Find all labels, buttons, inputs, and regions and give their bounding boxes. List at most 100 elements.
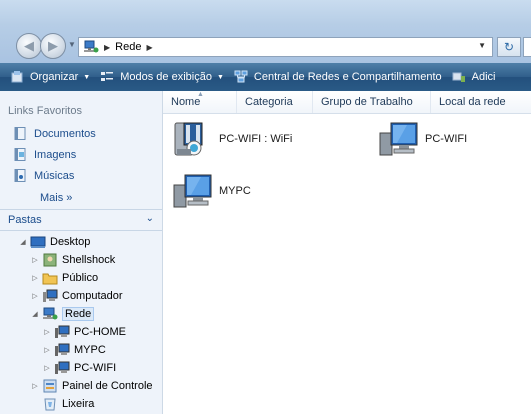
expand-arrow-icon[interactable]: ▷ bbox=[30, 256, 40, 264]
tree-label: Computador bbox=[62, 290, 123, 302]
computer-icon bbox=[173, 174, 212, 208]
folders-label: Pastas bbox=[8, 214, 42, 226]
expand-arrow-icon[interactable]: ▷ bbox=[42, 346, 52, 354]
network-center-button[interactable]: Central de Redes e Compartilhamento bbox=[234, 70, 442, 84]
column-label: Nome bbox=[171, 96, 201, 108]
column-grupo-de-trabalho[interactable]: Grupo de Trabalho bbox=[313, 91, 431, 113]
dropdown-arrow-icon: ▼ bbox=[216, 73, 224, 81]
tree-item-publico[interactable]: ▷ Público bbox=[30, 269, 98, 287]
folders-header[interactable]: Pastas ⌄ bbox=[0, 209, 162, 231]
item-label: MYPC bbox=[219, 185, 251, 197]
add-device-icon bbox=[452, 72, 465, 82]
computer-icon bbox=[379, 122, 418, 156]
media-device-icon bbox=[174, 122, 203, 156]
navigation-pane: Links Favoritos Documentos Imagens Músic… bbox=[0, 91, 163, 414]
column-label: Grupo de Trabalho bbox=[321, 96, 413, 108]
tree-label: MYPC bbox=[74, 344, 106, 356]
refresh-icon: ↻ bbox=[503, 40, 515, 54]
control-panel-icon bbox=[43, 379, 57, 393]
tree-label: Lixeira bbox=[62, 398, 95, 410]
tree-item-painel-de-controle[interactable]: ▷ Painel de Controle bbox=[30, 377, 153, 395]
breadcrumb-chevron-icon[interactable]: ▶ bbox=[104, 43, 110, 52]
column-headers: ▲ Nome Categoria Grupo de Trabalho Local … bbox=[163, 91, 531, 114]
organize-label: Organizar bbox=[30, 71, 79, 83]
column-local-da-rede[interactable]: Local da rede bbox=[431, 91, 531, 113]
pictures-icon bbox=[14, 148, 26, 161]
computer-icon bbox=[55, 343, 70, 356]
column-label: Local da rede bbox=[439, 96, 506, 108]
expand-arrow-icon[interactable]: ▷ bbox=[30, 292, 40, 300]
tree-item-pc-home[interactable]: ▷ PC-HOME bbox=[42, 323, 126, 341]
tree-label: Painel de Controle bbox=[62, 380, 153, 392]
expand-arrow-icon[interactable]: ▷ bbox=[42, 328, 52, 336]
arrow-left-icon: ◀ bbox=[24, 38, 34, 53]
add-label: Adici bbox=[471, 71, 496, 83]
tree-item-pc-wifi[interactable]: ▷ PC-WIFI bbox=[42, 359, 116, 377]
tree-item-rede[interactable]: ◢ Rede bbox=[30, 305, 95, 323]
network-item-pc-wifi[interactable]: PC-WIFI bbox=[377, 119, 467, 159]
address-dropdown-icon[interactable]: ▼ bbox=[478, 41, 486, 50]
computer-icon bbox=[55, 325, 70, 338]
search-input[interactable] bbox=[523, 37, 531, 57]
refresh-button[interactable]: ↻ bbox=[497, 37, 521, 57]
add-button[interactable]: Adici bbox=[452, 70, 496, 84]
tree-item-mypc[interactable]: ▷ MYPC bbox=[42, 341, 106, 359]
tree-item-computador[interactable]: ▷ Computador bbox=[30, 287, 123, 305]
explorer-window: ◀ ▶ ▼ ▶ Rede ▶ ▼ ↻ Organizar ▼ Modos de e… bbox=[0, 0, 531, 414]
collapse-arrow-icon[interactable]: ◢ bbox=[30, 310, 40, 318]
user-folder-icon bbox=[43, 253, 57, 267]
tree-label: Shellshock bbox=[62, 254, 116, 266]
favorites-header: Links Favoritos bbox=[8, 105, 82, 117]
recycle-bin-icon bbox=[44, 398, 56, 411]
address-bar[interactable]: ▶ Rede ▶ ▼ bbox=[78, 37, 493, 57]
network-center-label: Central de Redes e Compartilhamento bbox=[253, 71, 442, 83]
column-nome[interactable]: ▲ Nome bbox=[163, 91, 237, 113]
recent-pages-dropdown[interactable]: ▼ bbox=[68, 40, 76, 52]
network-item-pc-wifi-wifi[interactable]: PC-WIFI : WiFi bbox=[171, 119, 292, 159]
favorite-documentos[interactable]: Documentos bbox=[14, 127, 96, 140]
tree-item-shellshock[interactable]: ▷ Shellshock bbox=[30, 251, 115, 269]
organize-icon bbox=[11, 71, 23, 83]
network-icon bbox=[84, 40, 99, 53]
computer-icon bbox=[43, 289, 58, 302]
command-bar: Organizar ▼ Modos de exibição ▼ Central de… bbox=[0, 63, 531, 91]
network-item-mypc[interactable]: MYPC bbox=[171, 171, 251, 211]
collapse-arrow-icon[interactable]: ◢ bbox=[18, 238, 28, 246]
favorite-label: Músicas bbox=[34, 169, 75, 182]
breadcrumb-chevron-icon[interactable]: ▶ bbox=[146, 43, 152, 52]
item-label: PC-WIFI bbox=[425, 133, 468, 145]
forward-button[interactable]: ▶ bbox=[40, 33, 66, 59]
more-favorites-link[interactable]: Mais » bbox=[40, 192, 72, 204]
expand-arrow-icon[interactable]: ▷ bbox=[30, 274, 40, 282]
expand-arrow-icon[interactable]: ▷ bbox=[30, 382, 40, 390]
music-icon bbox=[14, 169, 26, 182]
views-label: Modos de exibição bbox=[120, 71, 212, 83]
favorite-label: Imagens bbox=[34, 148, 77, 161]
back-button[interactable]: ◀ bbox=[16, 33, 42, 59]
sort-arrow-icon: ▲ bbox=[197, 91, 204, 98]
desktop-icon bbox=[30, 236, 46, 248]
views-button[interactable]: Modos de exibição ▼ bbox=[100, 70, 224, 84]
views-icon bbox=[101, 72, 114, 81]
arrow-right-icon: ▶ bbox=[48, 38, 58, 53]
title-glass: ◀ ▶ ▼ ▶ Rede ▶ ▼ ↻ bbox=[0, 0, 531, 63]
favorite-imagens[interactable]: Imagens bbox=[14, 148, 76, 161]
favorite-musicas[interactable]: Músicas bbox=[14, 169, 74, 182]
tree-item-lixeira[interactable]: Lixeira bbox=[30, 395, 94, 413]
organize-button[interactable]: Organizar ▼ bbox=[10, 70, 90, 84]
tree-label: Rede bbox=[62, 307, 95, 321]
breadcrumb-rede[interactable]: Rede bbox=[115, 41, 141, 53]
network-icon bbox=[43, 307, 58, 320]
tree-label: PC-HOME bbox=[74, 326, 126, 338]
tree-label: Público bbox=[62, 272, 99, 284]
tree-label: PC-WIFI bbox=[74, 362, 117, 374]
tree-item-desktop[interactable]: ◢ Desktop bbox=[18, 233, 90, 251]
column-label: Categoria bbox=[245, 96, 293, 108]
documents-icon bbox=[14, 127, 26, 140]
tree-label: Desktop bbox=[50, 236, 91, 248]
favorite-label: Documentos bbox=[34, 127, 96, 140]
dropdown-arrow-icon: ▼ bbox=[83, 73, 91, 81]
column-categoria[interactable]: Categoria bbox=[237, 91, 313, 113]
expand-arrow-icon[interactable]: ▷ bbox=[42, 364, 52, 372]
folder-icon bbox=[42, 273, 58, 285]
